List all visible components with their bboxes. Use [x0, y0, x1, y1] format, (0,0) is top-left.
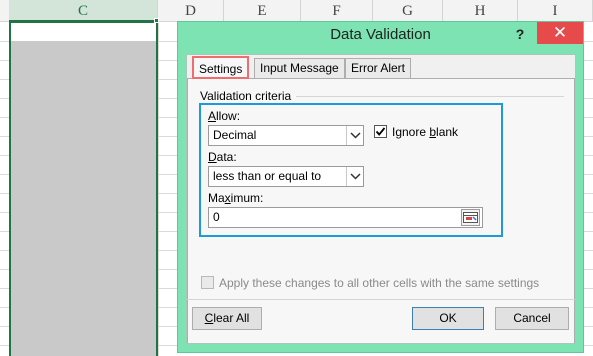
allow-value: Decimal	[213, 128, 257, 142]
data-validation-dialog: Data Validation ? ✕ Settings Input Messa…	[177, 21, 584, 353]
selection-border	[9, 21, 158, 356]
chevron-down-icon[interactable]	[346, 167, 363, 186]
tab-input-message[interactable]: Input Message	[254, 58, 345, 78]
column-header-h[interactable]: H	[443, 0, 518, 22]
column-header-c[interactable]: C	[9, 0, 158, 22]
column-header-row: C D E F G H I	[0, 0, 593, 22]
clear-all-button[interactable]: Clear All	[192, 307, 262, 330]
column-header-e[interactable]: E	[224, 0, 301, 22]
tab-settings[interactable]: Settings	[192, 56, 250, 79]
maximum-input[interactable]: 0	[208, 207, 483, 228]
ok-button[interactable]: OK	[412, 307, 484, 330]
allow-label: Allow:	[208, 109, 241, 123]
allow-select[interactable]: Decimal	[208, 125, 364, 146]
apply-all-checkbox[interactable]	[201, 276, 214, 289]
ignore-blank-label[interactable]: Ignore blank	[392, 125, 458, 139]
data-value: less than or equal to	[213, 169, 322, 183]
help-button[interactable]: ?	[510, 25, 530, 43]
chevron-down-icon[interactable]	[346, 126, 363, 145]
tab-error-alert[interactable]: Error Alert	[345, 58, 412, 78]
ignore-blank-checkbox[interactable]	[374, 125, 387, 138]
close-icon: ✕	[552, 23, 568, 42]
title-bar[interactable]: Data Validation ? ✕	[178, 22, 583, 47]
range-select-icon[interactable]	[461, 209, 480, 226]
data-select[interactable]: less than or equal to	[208, 166, 364, 187]
close-button[interactable]: ✕	[537, 22, 583, 44]
validation-criteria-label: Validation criteria	[200, 89, 296, 103]
group-divider	[296, 96, 564, 97]
column-header-i[interactable]: I	[518, 0, 593, 22]
button-separator	[187, 299, 575, 300]
maximum-value: 0	[213, 210, 220, 224]
maximum-label: Maximum:	[208, 191, 264, 205]
column-header-f[interactable]: F	[301, 0, 373, 22]
data-label: Data:	[208, 150, 237, 164]
checkmark-icon	[375, 127, 386, 136]
column-header-d[interactable]: D	[158, 0, 224, 22]
cancel-button[interactable]: Cancel	[495, 307, 569, 330]
apply-all-label: Apply these changes to all other cells w…	[219, 276, 540, 290]
column-header-g[interactable]: G	[373, 0, 443, 22]
fill-handle[interactable]	[154, 18, 159, 23]
